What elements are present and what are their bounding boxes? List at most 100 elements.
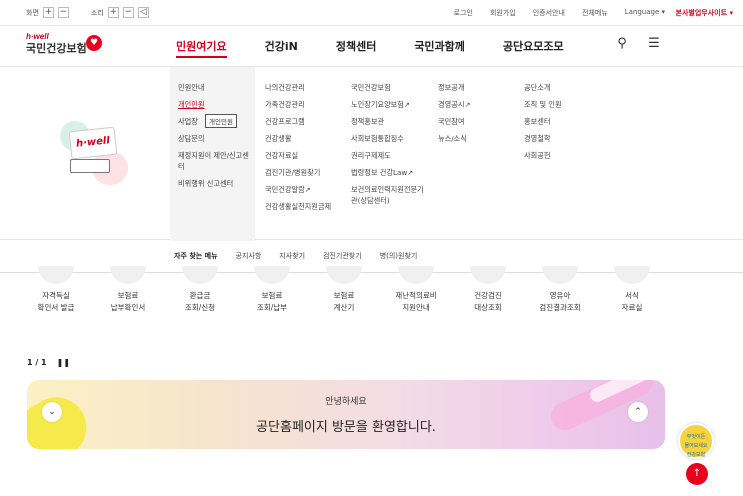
menu-item[interactable]: 비위행위 신고센터 — [178, 175, 250, 192]
menu-item[interactable]: 권리구제제도 — [351, 147, 425, 164]
zoom-in-button[interactable]: + — [42, 7, 54, 18]
hamburger-menu-icon[interactable]: ☰ — [647, 36, 661, 51]
service-item[interactable]: 영유아 검진결과조회 — [525, 266, 595, 314]
menu-item[interactable]: 건강자료실 — [265, 147, 337, 164]
service-line: 재난적의료비 — [395, 291, 437, 300]
mega-menu: h·well 민원안내 개인민원 사업장 상담문의 재정지원이 제안/신고센터 … — [0, 66, 743, 241]
menu-item-active[interactable]: 개인민원 — [178, 96, 250, 113]
service-line: 자격득실 — [42, 291, 70, 300]
service-line: 영유아 — [549, 291, 571, 300]
chevron-down-icon[interactable]: ⌄ — [42, 402, 62, 422]
service-item[interactable]: 환급금 조회/신청 — [165, 266, 235, 314]
service-line: 자료실 — [621, 303, 643, 312]
menu-item[interactable]: 민원안내 — [178, 79, 250, 96]
menu-item[interactable]: 나의건강관리 — [265, 79, 337, 96]
menu-item[interactable]: 조직 및 인원 — [524, 96, 594, 113]
menu-item[interactable]: 사회공헌 — [524, 147, 594, 164]
menu-item[interactable]: 검진기관/병원찾기 — [265, 164, 337, 181]
tooltip: 개인민원 — [205, 114, 237, 128]
menu-item[interactable]: 법령정보 건강Law↗ — [351, 164, 425, 181]
service-line: 조회/신청 — [184, 303, 216, 312]
screen-size-label: 화면 — [26, 8, 39, 17]
banner-greeting: 안녕하세요 — [325, 397, 367, 407]
menu-col-policy: 국민건강보험 노인장기요양보험↗ 정책홍보관 사회보험통합징수 권리구제제도 법… — [351, 79, 425, 209]
service-line: 계산기 — [333, 303, 355, 312]
gnb-civil-service[interactable]: 민원여기요 — [176, 38, 227, 58]
chatbot-line: 물어보세요 — [684, 443, 708, 449]
quick-link-hospital[interactable]: 병(의)원찾기 — [380, 251, 418, 261]
service-line: 보험료 — [261, 291, 283, 300]
service-line: 확인서 발급 — [37, 303, 75, 312]
service-item[interactable]: 재난적의료비 지원안내 — [381, 266, 451, 314]
menu-item[interactable]: 홍보센터 — [524, 113, 594, 130]
service-line: 조회/납부 — [256, 303, 288, 312]
menu-item[interactable]: 가족건강관리 — [265, 96, 337, 113]
service-item[interactable]: 보험료 납부확인서 — [93, 266, 163, 314]
menu-item[interactable]: 국민건강보험 — [351, 79, 425, 96]
heart-icon: ♥ — [86, 35, 102, 51]
menu-item[interactable]: 정책홍보관 — [351, 113, 425, 130]
gnb-about[interactable]: 공단요모조모 — [503, 38, 564, 58]
service-item[interactable]: 서식 자료실 — [597, 266, 667, 314]
chevron-up-icon[interactable]: ⌃ — [628, 402, 648, 422]
menu-col-health: 나의건강관리 가족건강관리 건강프로그램 건강생활 건강자료실 검진기관/병원찾… — [265, 79, 337, 215]
language-select[interactable]: Language ▾ — [625, 8, 665, 18]
site-logo[interactable]: h·well 국민건강보험 ♥ — [26, 32, 102, 56]
pager-count: 1 / 1 — [27, 358, 47, 367]
zoom-out-button[interactable]: − — [57, 7, 69, 18]
hwell-illustration: h·well — [58, 121, 128, 191]
service-line: 검진결과조회 — [539, 303, 581, 312]
service-line: 지원안내 — [402, 303, 430, 312]
menu-item[interactable]: 보건의료인력지원전문기관(상담센터) — [351, 184, 425, 206]
menu-col-civil: 민원안내 개인민원 사업장 상담문의 재정지원이 제안/신고센터 비위행위 신고… — [178, 79, 250, 192]
service-item[interactable]: 건강검진 대상조회 — [453, 266, 523, 314]
scroll-top-button[interactable]: ↑ — [686, 463, 708, 485]
menu-item[interactable]: 상담문의 — [178, 130, 250, 147]
gnb-with-citizens[interactable]: 국민과함께 — [414, 38, 465, 58]
volume-down-button[interactable]: − — [122, 7, 134, 18]
keyboard-icon — [70, 159, 110, 173]
illus-card-text: h·well — [68, 126, 118, 160]
pause-icon[interactable]: ❚❚ — [57, 358, 70, 367]
menu-item[interactable]: 국민참여 — [438, 113, 508, 130]
gnb-policy-center[interactable]: 정책센터 — [336, 38, 376, 58]
banner-title: 공단홈페이지 방문을 환영합니다. — [256, 420, 436, 435]
chatbot-line: 건강보험 — [686, 452, 706, 458]
menu-item[interactable]: 노인장기요양보험↗ — [351, 96, 425, 113]
biz-site-select[interactable]: 본사별업무사이트 ▾ — [676, 8, 733, 18]
menu-item[interactable]: 공단소개 — [524, 79, 594, 96]
certificate-guide-link[interactable]: 인증서안내 — [533, 8, 565, 18]
menu-item[interactable]: 건강생활 — [265, 130, 337, 147]
service-item[interactable]: 자격득실 확인서 발급 — [21, 266, 91, 314]
quick-link-notice[interactable]: 공지사항 — [236, 251, 262, 261]
signup-link[interactable]: 회원가입 — [490, 8, 516, 18]
quick-link-checkup[interactable]: 검진기관찾기 — [323, 251, 362, 261]
menu-item[interactable]: 사회보험통합징수 — [351, 130, 425, 147]
menu-item[interactable]: 국민건강알람↗ — [265, 181, 337, 198]
menu-item[interactable]: 건강생활실천지원금제 — [265, 201, 337, 212]
all-menu-link[interactable]: 전체메뉴 — [582, 8, 608, 18]
volume-up-button[interactable]: + — [107, 7, 119, 18]
menu-item[interactable]: 재정지원이 제안/신고센터 — [178, 150, 250, 172]
menu-item[interactable]: 건강프로그램 — [265, 113, 337, 130]
menu-item[interactable]: 뉴스/소식 — [438, 130, 508, 147]
speaker-icon[interactable]: ◁ — [137, 7, 149, 18]
service-item[interactable]: 보험료 계산기 — [309, 266, 379, 314]
gnb-health-in[interactable]: 건강iN — [265, 38, 298, 58]
sound-label: 소리 — [90, 8, 104, 17]
service-line: 대상조회 — [474, 303, 502, 312]
utility-bar: 화면 + − 소리 + − ◁ 로그인 회원가입 인증서안내 전체메뉴 Lang… — [0, 0, 743, 26]
service-line: 건강검진 — [474, 291, 502, 300]
service-item[interactable]: 보험료 조회/납부 — [237, 266, 307, 314]
login-link[interactable]: 로그인 — [454, 8, 473, 18]
global-nav: 민원여기요 건강iN 정책센터 국민과함께 공단요모조모 — [176, 38, 602, 58]
header: h·well 국민건강보험 ♥ 민원여기요 건강iN 정책센터 국민과함께 공단… — [0, 26, 743, 66]
service-line: 납부확인서 — [110, 303, 146, 312]
search-icon[interactable]: ⚲ — [615, 36, 629, 51]
quick-link-branch[interactable]: 지사찾기 — [279, 251, 305, 261]
menu-item[interactable]: 정보공개 — [438, 79, 508, 96]
chatbot-button[interactable]: 무엇이든 물어보세요 건강보험 — [678, 423, 714, 459]
menu-item[interactable]: 경영철학 — [524, 130, 594, 147]
util-links: 로그인 회원가입 인증서안내 전체메뉴 Language ▾ — [454, 8, 665, 18]
menu-item[interactable]: 경영공시↗ — [438, 96, 508, 113]
